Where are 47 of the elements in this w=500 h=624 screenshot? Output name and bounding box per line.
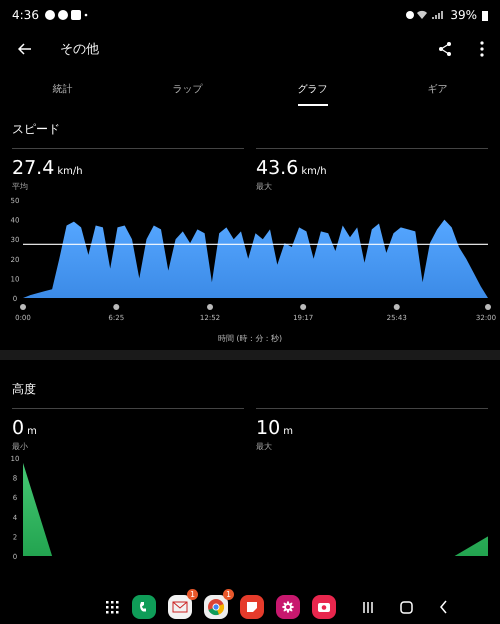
stat-unit: km/h [57,166,83,177]
battery-percent: 39% [450,8,477,22]
axis-title: 時間 (時 : 分 : 秒) [216,333,284,345]
home-icon[interactable] [400,600,413,614]
stat-label: 最小 [12,441,29,452]
camera-icon[interactable] [312,595,336,619]
envelope-icon [172,601,188,613]
status-icons [405,9,446,21]
flower-icon[interactable] [276,595,300,619]
stat-value: 43.6 [256,157,298,179]
section-title: 高度 [12,381,37,398]
tab[interactable]: 統計 [52,82,72,106]
browser-icon[interactable] [204,595,228,619]
apps-grid-icon[interactable] [104,599,120,615]
mail-icon[interactable] [168,595,192,619]
back-icon[interactable] [439,600,448,614]
tick-dot [300,304,306,310]
stat-unit: km/h [301,166,327,177]
tick-dot [485,304,491,310]
battery-icon [482,10,488,20]
share-icon[interactable] [438,41,452,57]
tick-dot [20,304,26,310]
notes-icon[interactable] [240,595,264,619]
stat-label: 平均 [12,181,29,192]
stat-value: 10 [256,417,280,439]
stat-unit: m [283,426,293,437]
tick-dot [207,304,214,310]
stat-label: 最大 [256,181,273,192]
recents-icon[interactable] [362,600,374,614]
notification-icons [44,9,88,21]
tab[interactable]: ギア [428,82,448,106]
stat-label: 最大 [256,441,273,452]
phone-icon[interactable] [132,595,156,619]
tick-dot [394,304,400,310]
stat-unit: m [27,426,37,437]
tick-dot [113,304,120,310]
tab[interactable]: グラフ [298,82,328,106]
section-title: スピード [12,121,61,138]
stat-value: 27.4 [12,157,54,179]
back-arrow-icon[interactable] [18,43,32,55]
status-time: 4:36 [12,8,39,22]
more-menu-icon[interactable] [480,41,484,57]
screen-title: その他 [60,41,100,58]
tab[interactable]: ラップ [172,82,202,106]
notification-badge: 1 [223,589,234,600]
notification-badge: 1 [187,589,198,600]
stat-value: 0 [12,417,24,439]
